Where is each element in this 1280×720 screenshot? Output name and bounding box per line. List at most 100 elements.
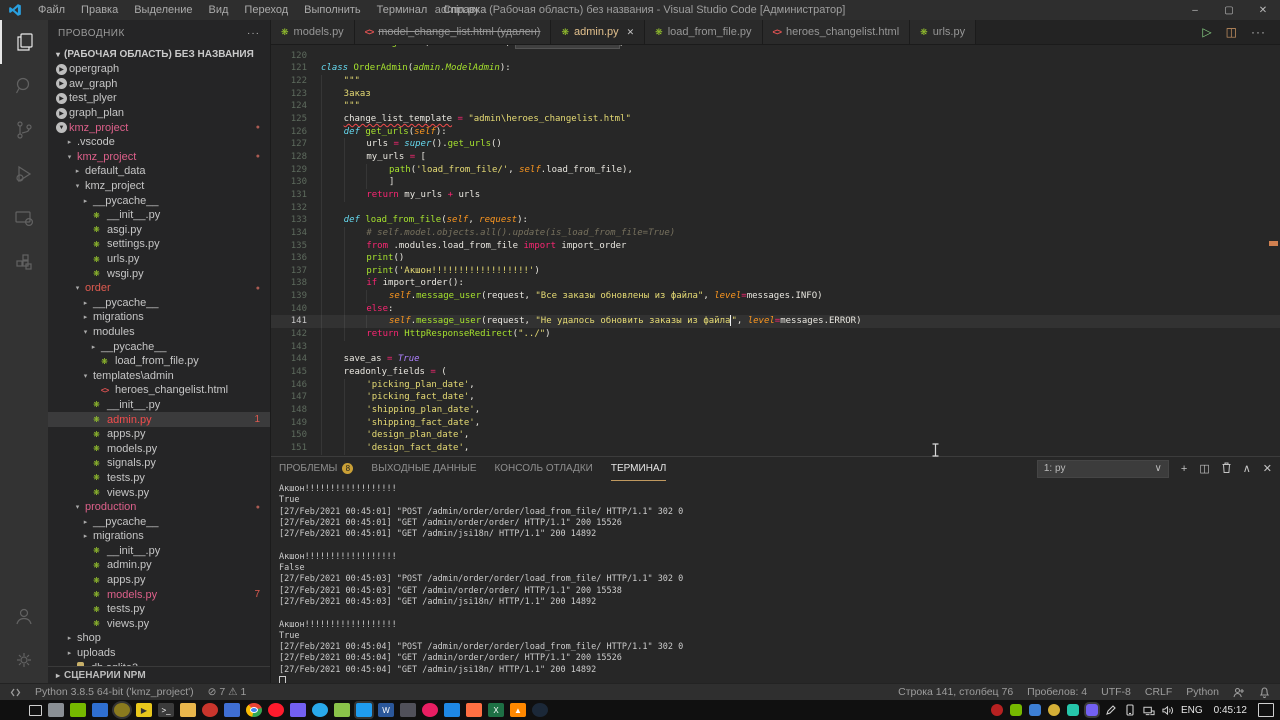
taskbar-calculator-app[interactable] [48, 703, 64, 717]
tray-phone[interactable] [1124, 704, 1136, 716]
tree-item-shop[interactable]: ▸ shop [48, 631, 270, 646]
code-line-136[interactable]: 136 print() [271, 252, 1280, 265]
tree-item-graph_plan[interactable]: ▶ graph_plan [48, 106, 270, 121]
code-line-127[interactable]: 127 urls = super().get_urls() [271, 138, 1280, 151]
taskbar-file-explorer[interactable] [180, 703, 196, 717]
tree-item-templates-admin[interactable]: ▾ templates\admin [48, 368, 270, 383]
taskbar-telegram-app[interactable] [312, 703, 328, 717]
terminal-select[interactable]: 1: py ∨ [1036, 459, 1169, 478]
settings-gear-icon[interactable] [0, 638, 48, 682]
code-line-143[interactable]: 143 [271, 340, 1280, 354]
close-tab-icon[interactable]: ✕ [627, 27, 635, 38]
remote-explorer-icon[interactable] [0, 196, 48, 240]
code-line-150[interactable]: 150'design_plan_date', [271, 429, 1280, 442]
tree-item-load_from_file.py[interactable]: ❋ load_from_file.py [48, 354, 270, 369]
menu-Правка[interactable]: Правка [73, 4, 126, 16]
tree-item-apps.py[interactable]: ❋ apps.py [48, 573, 270, 588]
code-line-135[interactable]: 135 from .modules.load_from_file import i… [271, 239, 1280, 253]
taskbar-media-player-app[interactable]: ▶ [136, 703, 152, 717]
tree-item-urls.py[interactable]: ❋ urls.py [48, 252, 270, 267]
code-line-131[interactable]: 131 return my_urls + urls [271, 188, 1280, 202]
tree-item-__pycache__[interactable]: ▸ __pycache__ [48, 296, 270, 311]
tree-item-tests.py[interactable]: ❋ tests.py [48, 471, 270, 486]
taskbar-opera-browser[interactable] [268, 703, 284, 717]
run-debug-icon[interactable] [0, 152, 48, 196]
panel-tab-ПРОБЛЕМЫ[interactable]: ПРОБЛЕМЫ 8 [279, 457, 354, 480]
notification-center-icon[interactable] [1258, 703, 1274, 717]
code-line-137[interactable]: 137 print('Акшон!!!!!!!!!!!!!!!!!!') [271, 264, 1280, 278]
tray-network[interactable] [1143, 704, 1155, 716]
taskbar-viber-app[interactable] [290, 703, 306, 717]
npm-scripts-section[interactable]: ▸ СЦЕНАРИИ NPM [48, 666, 270, 684]
tree-item-aw_graph[interactable]: ▶ aw_graph [48, 77, 270, 92]
restore-button[interactable]: ▢ [1212, 0, 1246, 20]
status-item-right-3[interactable]: CRLF [1145, 686, 1172, 698]
taskbar-pink-app[interactable] [422, 703, 438, 717]
split-terminal-icon[interactable]: ◫ [1199, 462, 1209, 475]
workspace-section-header[interactable]: ▾ (РАБОЧАЯ ОБЛАСТЬ) БЕЗ НАЗВАНИЯ [48, 46, 270, 62]
menu-Выделение[interactable]: Выделение [126, 4, 200, 16]
tab-heroes_changelist.html[interactable]: <> heroes_changelist.html [762, 20, 911, 44]
new-terminal-icon[interactable]: + [1181, 463, 1187, 475]
kill-terminal-icon[interactable] [1222, 462, 1231, 476]
feedback-icon[interactable] [1233, 687, 1245, 698]
bell-icon[interactable] [1259, 686, 1270, 698]
account-icon[interactable] [0, 594, 48, 638]
tray-nvidia[interactable] [1009, 704, 1022, 716]
code-line-126[interactable]: 126 def get_urls(self): [271, 125, 1280, 139]
tree-item-.vscode[interactable]: ▸ .vscode [48, 135, 270, 150]
menu-Терминал[interactable]: Терминал [369, 4, 436, 16]
code-line-151[interactable]: 151'design_fact_date', [271, 442, 1280, 455]
code-line-147[interactable]: 147'picking_fact_date', [271, 391, 1280, 405]
taskbar-blue-square-app[interactable] [444, 703, 460, 717]
menu-Справка[interactable]: Справка [435, 4, 494, 16]
tree-item-views.py[interactable]: ❋ views.py [48, 485, 270, 500]
tray-teal-app[interactable] [1066, 704, 1079, 716]
tree-item-admin.py[interactable]: ❋ admin.py 1 [48, 412, 270, 427]
run-python-file-icon[interactable]: ▷ [1202, 25, 1211, 39]
tree-item-tests.py[interactable]: ❋ tests.py [48, 602, 270, 617]
tray-red-app[interactable] [990, 704, 1003, 716]
menu-Выполнить[interactable]: Выполнить [296, 4, 368, 16]
tree-item-kmz_project[interactable]: ▾ kmz_project [48, 179, 270, 194]
tree-item-production[interactable]: ▾ production ● [48, 500, 270, 515]
tree-item-db.sqlite3[interactable]: db.sqlite3 [48, 660, 270, 666]
taskbar-word-app[interactable]: W [378, 703, 394, 717]
taskbar-blue-utility-app[interactable] [92, 703, 108, 717]
code-line-148[interactable]: 148'shipping_plan_date', [271, 404, 1280, 417]
tab-urls.py[interactable]: ❋ urls.py [910, 20, 977, 44]
code-line-121[interactable]: 121 class OrderAdmin(admin.ModelAdmin): [271, 62, 1280, 75]
tree-item-opergraph[interactable]: ▶ opergraph [48, 62, 270, 77]
taskbar-dark-player-app[interactable] [400, 703, 416, 717]
taskbar-olive-circle-app[interactable] [114, 703, 130, 717]
taskbar-start[interactable] [7, 703, 23, 717]
tree-item-__pycache__[interactable]: ▸ __pycache__ [48, 193, 270, 208]
taskbar-vlc-app[interactable]: ▲ [510, 703, 526, 717]
status-item-right-0[interactable]: Строка 141, столбец 76 [898, 686, 1013, 698]
panel-tab-ТЕРМИНАЛ[interactable]: ТЕРМИНАЛ [610, 457, 667, 481]
code-line-132[interactable]: 132 [271, 201, 1280, 215]
taskbar-red-clock-app[interactable] [202, 703, 218, 717]
status-item-left-2[interactable]: ⊘ 7 ⚠ 1 [208, 686, 247, 698]
source-control-icon[interactable] [0, 108, 48, 152]
tree-item-modules[interactable]: ▾ modules [48, 325, 270, 340]
terminal-output[interactable]: Акшон!!!!!!!!!!!!!!!!!! True [27/Feb/2021 … [271, 480, 1280, 684]
taskbar-terminal-app[interactable]: >_ [158, 703, 174, 717]
code-line-123[interactable]: 123 Заказ [271, 87, 1280, 101]
maximize-panel-icon[interactable]: ∧ [1243, 462, 1251, 475]
tray-pen[interactable] [1105, 704, 1117, 716]
tree-item-default_data[interactable]: ▸ default_data [48, 164, 270, 179]
status-item-right-4[interactable]: Python [1186, 686, 1219, 698]
panel-tab-ВЫХОДНЫЕ-ДАННЫЕ[interactable]: ВЫХОДНЫЕ ДАННЫЕ [371, 457, 476, 480]
extensions-icon[interactable] [0, 240, 48, 284]
tree-item-order[interactable]: ▾ order ● [48, 281, 270, 296]
taskbar-steam-app[interactable] [532, 703, 548, 717]
tree-item-migrations[interactable]: ▸ migrations [48, 529, 270, 544]
code-line-128[interactable]: 128 my_urls = [ [271, 150, 1280, 164]
tree-item-__init__.py[interactable]: ❋ __init__.py [48, 208, 270, 223]
code-editor[interactable]: 119admin.site.register(Characteristic, C… [271, 45, 1280, 456]
taskbar-save-blue-app[interactable] [224, 703, 240, 717]
close-button[interactable]: ✕ [1246, 0, 1280, 20]
code-line-122[interactable]: 122 """ [271, 74, 1280, 88]
language-indicator[interactable]: ENG [1181, 705, 1203, 716]
